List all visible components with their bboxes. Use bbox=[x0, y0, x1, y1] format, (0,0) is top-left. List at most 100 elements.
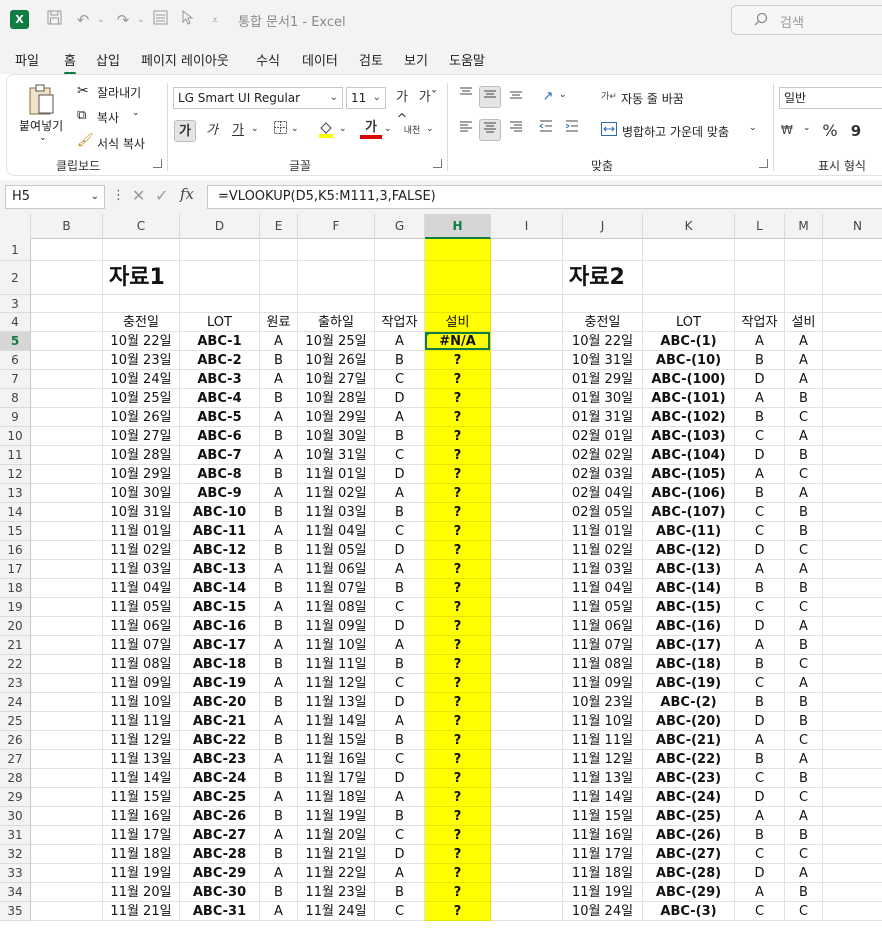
table1-cell[interactable]: A bbox=[375, 560, 425, 579]
tab-file[interactable]: 파일 bbox=[15, 50, 39, 69]
cell-b7[interactable] bbox=[31, 370, 103, 389]
table2-cell[interactable]: ABC-(103) bbox=[643, 427, 735, 446]
row-header-15[interactable]: 15 bbox=[0, 522, 31, 541]
cell-b16[interactable] bbox=[31, 541, 103, 560]
cell-n31[interactable] bbox=[823, 826, 882, 845]
cell-i29[interactable] bbox=[491, 788, 563, 807]
table1-cell[interactable]: ABC-1 bbox=[180, 332, 260, 351]
table1-cell[interactable]: C bbox=[375, 902, 425, 921]
table1-cell[interactable]: 11월 02일 bbox=[103, 541, 180, 560]
table2-cell[interactable]: A bbox=[785, 750, 823, 769]
cell-n20[interactable] bbox=[823, 617, 882, 636]
cell-f3[interactable] bbox=[298, 295, 375, 313]
table2-cell[interactable]: ABC-(15) bbox=[643, 598, 735, 617]
table1-cell[interactable]: A bbox=[260, 864, 298, 883]
table1-header[interactable]: 설비 bbox=[425, 313, 491, 332]
row-header-19[interactable]: 19 bbox=[0, 598, 31, 617]
row-header-5[interactable]: 5 bbox=[0, 332, 31, 351]
table2-cell[interactable]: 01월 30일 bbox=[563, 389, 643, 408]
table2-cell[interactable]: B bbox=[735, 693, 785, 712]
cell-i34[interactable] bbox=[491, 883, 563, 902]
table1-cell[interactable]: B bbox=[375, 427, 425, 446]
table1-cell[interactable]: 11월 07일 bbox=[103, 636, 180, 655]
row-header-6[interactable]: 6 bbox=[0, 351, 31, 370]
table1-cell[interactable]: ? bbox=[425, 769, 491, 788]
table1-cell[interactable]: 11월 16일 bbox=[298, 750, 375, 769]
table1-cell[interactable]: A bbox=[260, 332, 298, 351]
cell-f2[interactable] bbox=[298, 261, 375, 295]
table1-cell[interactable]: D bbox=[375, 769, 425, 788]
table1-cell[interactable]: A bbox=[375, 484, 425, 503]
table2-cell[interactable]: D bbox=[735, 446, 785, 465]
number-format-select[interactable]: 일반 bbox=[779, 87, 882, 109]
table2-cell[interactable]: 11월 19일 bbox=[563, 883, 643, 902]
table1-header[interactable]: LOT bbox=[180, 313, 260, 332]
align-top-icon[interactable] bbox=[455, 86, 477, 108]
table2-cell[interactable]: 11월 02일 bbox=[563, 541, 643, 560]
cell-i26[interactable] bbox=[491, 731, 563, 750]
table2-cell[interactable]: A bbox=[785, 560, 823, 579]
cell-n26[interactable] bbox=[823, 731, 882, 750]
cell-n28[interactable] bbox=[823, 769, 882, 788]
cell-c1[interactable] bbox=[103, 239, 180, 261]
bold-button[interactable]: 가 bbox=[174, 120, 196, 142]
table1-cell[interactable]: 11월 01일 bbox=[298, 465, 375, 484]
cell-c3[interactable] bbox=[103, 295, 180, 313]
table2-cell[interactable]: 01월 31일 bbox=[563, 408, 643, 427]
insert-function-icon[interactable]: fx bbox=[180, 185, 194, 203]
table1-cell[interactable]: A bbox=[260, 408, 298, 427]
table2-cell[interactable]: C bbox=[785, 408, 823, 427]
table1-cell[interactable]: ? bbox=[425, 788, 491, 807]
row-header-13[interactable]: 13 bbox=[0, 484, 31, 503]
table1-cell[interactable]: ? bbox=[425, 826, 491, 845]
table2-cell[interactable]: 10월 23일 bbox=[563, 693, 643, 712]
table1-cell[interactable]: 11월 14일 bbox=[298, 712, 375, 731]
cell-f1[interactable] bbox=[298, 239, 375, 261]
customize-toolbar-icon[interactable]: ⩡ bbox=[208, 9, 222, 31]
cell-i17[interactable] bbox=[491, 560, 563, 579]
table1-cell[interactable]: C bbox=[375, 446, 425, 465]
table1-cell[interactable]: A bbox=[260, 750, 298, 769]
table1-cell[interactable]: 11월 16일 bbox=[103, 807, 180, 826]
alignment-launcher-icon[interactable] bbox=[759, 159, 768, 168]
search-box[interactable]: 검색 bbox=[731, 5, 882, 35]
table1-cell[interactable]: 11월 03일 bbox=[298, 503, 375, 522]
table2-cell[interactable]: 11월 17일 bbox=[563, 845, 643, 864]
cell-i27[interactable] bbox=[491, 750, 563, 769]
cell-i3[interactable] bbox=[491, 295, 563, 313]
table2-cell[interactable]: B bbox=[785, 693, 823, 712]
table2-cell[interactable]: ABC-(14) bbox=[643, 579, 735, 598]
font-shrink-button[interactable]: 가ˇ bbox=[417, 87, 439, 109]
row-header-9[interactable]: 9 bbox=[0, 408, 31, 427]
tab-formulas[interactable]: 수식 bbox=[256, 50, 280, 69]
cell-n6[interactable] bbox=[823, 351, 882, 370]
cell-i28[interactable] bbox=[491, 769, 563, 788]
cell-b19[interactable] bbox=[31, 598, 103, 617]
row-header-11[interactable]: 11 bbox=[0, 446, 31, 465]
table2-cell[interactable]: ABC-(100) bbox=[643, 370, 735, 389]
cell-b14[interactable] bbox=[31, 503, 103, 522]
table1-cell[interactable]: ABC-20 bbox=[180, 693, 260, 712]
table1-cell[interactable]: ? bbox=[425, 731, 491, 750]
cell-n3[interactable] bbox=[823, 295, 882, 313]
cell-b4[interactable] bbox=[31, 313, 103, 332]
table1-cell[interactable]: 11월 02일 bbox=[298, 484, 375, 503]
comma-button[interactable]: 9 bbox=[845, 120, 867, 142]
table1-cell[interactable]: 11월 11일 bbox=[298, 655, 375, 674]
table2-cell[interactable]: A bbox=[785, 864, 823, 883]
table1-cell[interactable]: ABC-16 bbox=[180, 617, 260, 636]
table1-cell[interactable]: B bbox=[260, 655, 298, 674]
cell-b8[interactable] bbox=[31, 389, 103, 408]
row-header-25[interactable]: 25 bbox=[0, 712, 31, 731]
table2-cell[interactable]: 02월 02일 bbox=[563, 446, 643, 465]
table2-cell[interactable]: 11월 13일 bbox=[563, 769, 643, 788]
percent-button[interactable]: % bbox=[819, 120, 841, 142]
table1-cell[interactable]: B bbox=[260, 693, 298, 712]
table2-header[interactable]: 작업자 bbox=[735, 313, 785, 332]
cell-b20[interactable] bbox=[31, 617, 103, 636]
table1-cell[interactable]: 10월 28일 bbox=[298, 389, 375, 408]
table1-cell[interactable]: ABC-18 bbox=[180, 655, 260, 674]
table1-cell[interactable]: C bbox=[375, 598, 425, 617]
table1-cell[interactable]: 10월 29일 bbox=[103, 465, 180, 484]
table1-cell[interactable]: 11월 19일 bbox=[298, 807, 375, 826]
